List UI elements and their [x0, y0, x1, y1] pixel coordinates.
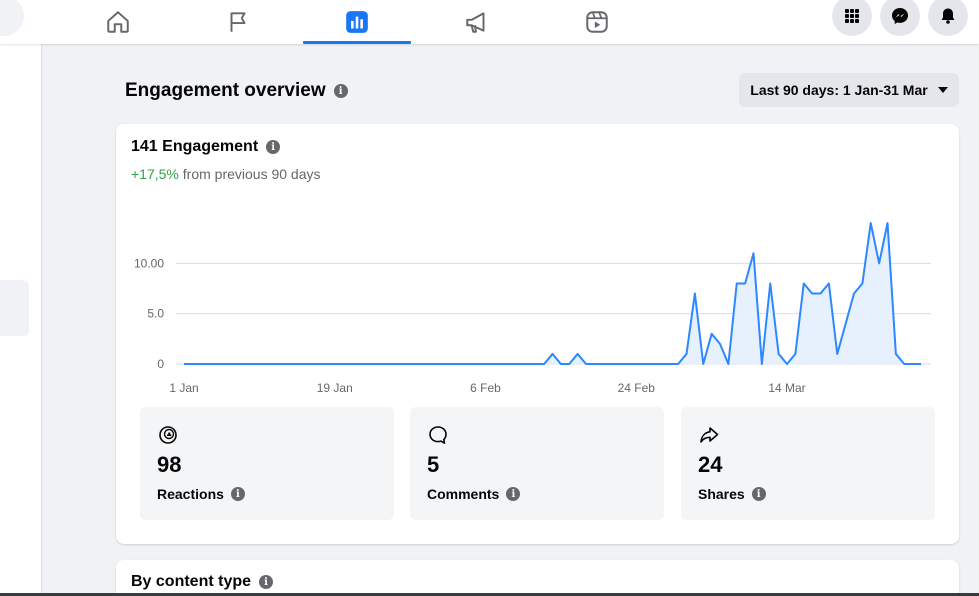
- notifications-button[interactable]: [928, 0, 968, 36]
- flag-icon: [230, 12, 246, 32]
- comment-icon: [429, 426, 447, 444]
- reactions-label-text: Reactions: [157, 486, 224, 502]
- reactions-label: Reactions i: [157, 486, 245, 502]
- caret-down-icon: [937, 87, 948, 93]
- y-tick-label: 10.00: [134, 256, 164, 270]
- left-sidebar: [0, 44, 42, 596]
- info-icon[interactable]: i: [266, 140, 281, 154]
- x-tick-label: 1 Jan: [169, 381, 198, 395]
- date-range-label: Last 90 days: 1 Jan-31 Mar: [750, 82, 928, 98]
- date-range-dropdown[interactable]: Last 90 days: 1 Jan-31 Mar: [739, 73, 959, 107]
- shares-label: Shares i: [698, 486, 766, 502]
- page-title: Engagement overview i: [125, 80, 348, 102]
- comments-count: 5: [427, 452, 440, 477]
- content-type-title-text: By content type: [131, 573, 252, 590]
- info-icon[interactable]: i: [230, 487, 245, 501]
- x-tick-label: 14 Mar: [768, 381, 805, 395]
- x-tick-label: 24 Feb: [618, 381, 656, 395]
- megaphone-icon: [466, 12, 485, 33]
- x-tick-label: 6 Feb: [470, 381, 501, 395]
- reactions-count: 98: [157, 452, 182, 477]
- engagement-metric-title: 141 Engagement i: [131, 138, 281, 156]
- tab-ads[interactable]: [423, 0, 531, 44]
- y-tick-label: 5.0: [147, 307, 164, 321]
- menu-button[interactable]: [832, 0, 872, 36]
- insights-icon: [346, 11, 368, 33]
- sidebar-item-selected[interactable]: [0, 280, 29, 336]
- shares-count: 24: [698, 452, 723, 477]
- messenger-icon: [892, 8, 908, 24]
- y-tick-label: 0: [157, 357, 164, 371]
- tab-reels[interactable]: [543, 0, 651, 44]
- info-icon[interactable]: i: [259, 575, 274, 589]
- x-tick-label: 19 Jan: [317, 381, 353, 395]
- stat-comments[interactable]: 5 Comments i: [410, 407, 664, 520]
- engagement-change: +17,5% from previous 90 days: [131, 166, 321, 182]
- engagement-card: 141 Engagement i +17,5% from previous 90…: [116, 124, 959, 544]
- comments-label-text: Comments: [427, 486, 500, 502]
- info-icon[interactable]: i: [333, 84, 348, 98]
- tab-home[interactable]: [64, 0, 172, 44]
- tab-insights[interactable]: [303, 0, 411, 44]
- change-percent: +17,5%: [131, 166, 179, 182]
- top-navigation-bar: [0, 0, 979, 44]
- search-button[interactable]: [0, 0, 24, 36]
- share-icon: [700, 427, 719, 443]
- engagement-chart: 0 5.0 10.00 1 Jan 19 Jan 6 Feb 24 Feb 14 Mar: [134, 222, 931, 395]
- reactions-icon: [159, 426, 177, 444]
- home-icon: [107, 11, 129, 33]
- engagement-total: 141 Engagement: [131, 138, 259, 155]
- shares-label-text: Shares: [698, 486, 745, 502]
- reels-icon: [586, 11, 608, 33]
- engagement-area: [184, 223, 921, 364]
- stat-shares[interactable]: 24 Shares i: [681, 407, 935, 520]
- tab-pages[interactable]: [184, 0, 292, 44]
- comments-label: Comments i: [427, 486, 521, 502]
- content-type-title: By content type i: [131, 573, 274, 591]
- stat-reactions[interactable]: 98 Reactions i: [140, 407, 394, 520]
- info-icon[interactable]: i: [751, 487, 766, 501]
- info-icon[interactable]: i: [506, 487, 521, 501]
- apps-grid-icon: [845, 9, 859, 23]
- content-type-card: By content type i: [116, 560, 959, 596]
- notifications-bell-icon: [941, 8, 955, 24]
- messenger-button[interactable]: [880, 0, 920, 36]
- change-suffix: from previous 90 days: [178, 166, 321, 182]
- engagement-overview-title: Engagement overview: [125, 80, 326, 101]
